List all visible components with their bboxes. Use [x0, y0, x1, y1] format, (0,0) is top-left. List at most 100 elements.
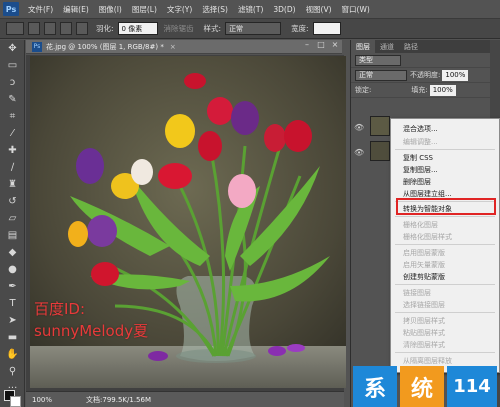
menu-item-clear-layer-style: 清除图层样式 — [403, 341, 445, 349]
menu-item-enable-vector-mask: 启用矢量蒙版 — [403, 261, 445, 269]
menu-item-delete-layer[interactable]: 删除图层 — [403, 177, 431, 187]
tab-channels[interactable]: 通道 — [375, 42, 399, 52]
healing-brush-icon[interactable]: ✚ — [0, 142, 25, 159]
fill-input[interactable]: 100% — [429, 84, 456, 96]
feather-label: 羽化: — [96, 24, 114, 33]
menu-image[interactable]: 图像(I) — [94, 4, 127, 15]
menu-item-paste-layer-style: 粘贴图层样式 — [403, 329, 445, 337]
photoshop-logo: Ps — [3, 2, 19, 16]
tab-paths[interactable]: 路径 — [399, 42, 423, 52]
menu-separator — [395, 149, 495, 150]
brush-tool-icon[interactable]: ∕ — [0, 159, 25, 176]
document-tab[interactable]: Ps 花.jpg @ 100% (图层 1, RGB/8#) * × – □ × — [26, 40, 342, 54]
menu-item-duplicate-layer[interactable]: 复制图层... — [403, 165, 438, 175]
tab-layers[interactable]: 图层 — [351, 40, 375, 53]
blend-row: 正常 不透明度: 100% — [351, 68, 500, 83]
site-badge-char-3: 114 — [447, 366, 497, 407]
menu-separator — [395, 244, 495, 245]
highlight-box — [396, 198, 496, 215]
layer-filter-select[interactable]: 类型 — [355, 54, 401, 66]
fill-label: 填充: — [411, 86, 428, 94]
history-brush-icon[interactable]: ↺ — [0, 193, 25, 210]
menu-select[interactable]: 选择(S) — [197, 4, 233, 15]
layers-panel-tabs: 图层 通道 路径 — [351, 40, 500, 53]
opacity-input[interactable]: 100% — [442, 69, 469, 81]
window-controls: – □ × — [300, 40, 342, 49]
menu-item-blending-options[interactable]: 混合选项... — [403, 124, 438, 134]
menu-separator — [395, 284, 495, 285]
menu-filter[interactable]: 滤镜(T) — [233, 4, 268, 15]
menu-window[interactable]: 窗口(W) — [337, 4, 375, 15]
type-tool-icon[interactable]: T — [0, 295, 25, 312]
intersect-selection-icon[interactable] — [76, 22, 88, 35]
status-bar: 100% 文档:799.5K/1.56M — [26, 391, 344, 407]
opacity-label: 不透明度: — [410, 71, 441, 79]
site-badge-char-2: 统 — [400, 366, 444, 407]
window-close-icon[interactable]: × — [328, 40, 342, 49]
crop-tool-icon[interactable]: ⌗ — [0, 108, 25, 125]
dodge-tool-icon[interactable]: ● — [0, 261, 25, 278]
path-select-icon[interactable]: ➤ — [0, 312, 25, 329]
blend-mode-select[interactable]: 正常 — [355, 69, 407, 81]
menu-item-release-from-isolation: 从隔离图层释放 — [403, 357, 452, 365]
hand-tool-icon[interactable]: ✋ — [0, 346, 25, 363]
minimize-icon[interactable]: – — [300, 40, 314, 49]
eye-icon[interactable]: 👁 — [354, 148, 364, 157]
tools-panel: ✥ ▭ ↄ ✎ ⌗ ⁄ ✚ ∕ ♜ ↺ ▱ ▤ ◆ ● ✒ T ➤ ▬ ✋ ⚲ … — [0, 40, 25, 407]
gradient-tool-icon[interactable]: ▤ — [0, 227, 25, 244]
menu-view[interactable]: 视图(V) — [301, 4, 337, 15]
marquee-tool-icon[interactable]: ▭ — [0, 57, 25, 74]
layer-context-menu: 混合选项... 编辑调整... 复制 CSS 复制图层... 删除图层 从图层建… — [390, 118, 500, 373]
options-bar: 羽化: 0 像素 消除锯齿 样式: 正常 宽度: — [0, 18, 500, 39]
new-selection-icon[interactable] — [28, 22, 40, 35]
menu-item-enable-layer-mask: 启用图层蒙版 — [403, 249, 445, 257]
menu-separator — [395, 352, 495, 353]
style-label: 样式: — [203, 24, 222, 33]
maximize-icon[interactable]: □ — [314, 40, 328, 49]
document-ps-icon: Ps — [32, 41, 42, 52]
marquee-tool-preset[interactable] — [6, 22, 24, 35]
zoom-level[interactable]: 100% — [32, 396, 52, 404]
menu-edit[interactable]: 编辑(E) — [58, 4, 94, 15]
watermark-line1: 百度ID: — [34, 300, 86, 318]
background-color-swatch[interactable] — [10, 396, 21, 407]
layer-filter-row: 类型 — [351, 53, 500, 68]
menu-item-rasterize-layer: 栅格化图层 — [403, 221, 438, 229]
add-selection-icon[interactable] — [44, 22, 56, 35]
layer-1-thumbnail[interactable] — [370, 116, 390, 136]
menu-item-rasterize-layer-style: 栅格化图层样式 — [403, 233, 452, 241]
site-badge-char-1: 系 — [353, 366, 397, 407]
width-label: 宽度: — [291, 24, 309, 33]
close-icon[interactable]: × — [170, 43, 176, 51]
shape-tool-icon[interactable]: ▬ — [0, 329, 25, 346]
clone-stamp-icon[interactable]: ♜ — [0, 176, 25, 193]
menu-separator — [395, 312, 495, 313]
blur-tool-icon[interactable]: ◆ — [0, 244, 25, 261]
lock-row: 锁定: 填充: 100% — [351, 83, 500, 98]
menu-file[interactable]: 文件(F) — [23, 4, 58, 15]
style-select[interactable]: 正常 — [225, 22, 282, 35]
eraser-tool-icon[interactable]: ▱ — [0, 210, 25, 227]
menu-type[interactable]: 文字(Y) — [162, 4, 197, 15]
zoom-tool-icon[interactable]: ⚲ — [0, 363, 25, 380]
background-layer-thumbnail[interactable] — [370, 141, 390, 161]
width-input[interactable] — [312, 22, 341, 35]
eye-icon[interactable]: 👁 — [354, 123, 364, 132]
eyedropper-tool-icon[interactable]: ⁄ — [0, 125, 25, 142]
menu-layer[interactable]: 图层(L) — [127, 4, 162, 15]
menu-item-copy-layer-style: 拷贝图层样式 — [403, 317, 445, 325]
quick-select-tool-icon[interactable]: ✎ — [0, 91, 25, 108]
menu-separator — [395, 216, 495, 217]
menu-item-edit-adjustment: 编辑调整... — [403, 138, 438, 146]
feather-input[interactable]: 0 像素 — [117, 22, 158, 35]
menu-3d[interactable]: 3D(D) — [268, 5, 300, 14]
menu-item-create-clipping-mask[interactable]: 创建剪贴蒙版 — [403, 272, 445, 282]
lasso-tool-icon[interactable]: ↄ — [0, 74, 25, 91]
pen-tool-icon[interactable]: ✒ — [0, 278, 25, 295]
document-size: 文档:799.5K/1.56M — [86, 395, 151, 404]
subtract-selection-icon[interactable] — [60, 22, 72, 35]
menu-item-copy-css[interactable]: 复制 CSS — [403, 153, 433, 163]
antialias-checkbox[interactable]: 消除锯齿 — [164, 23, 194, 34]
lock-label: 锁定: — [355, 86, 372, 94]
move-tool-icon[interactable]: ✥ — [0, 40, 25, 57]
